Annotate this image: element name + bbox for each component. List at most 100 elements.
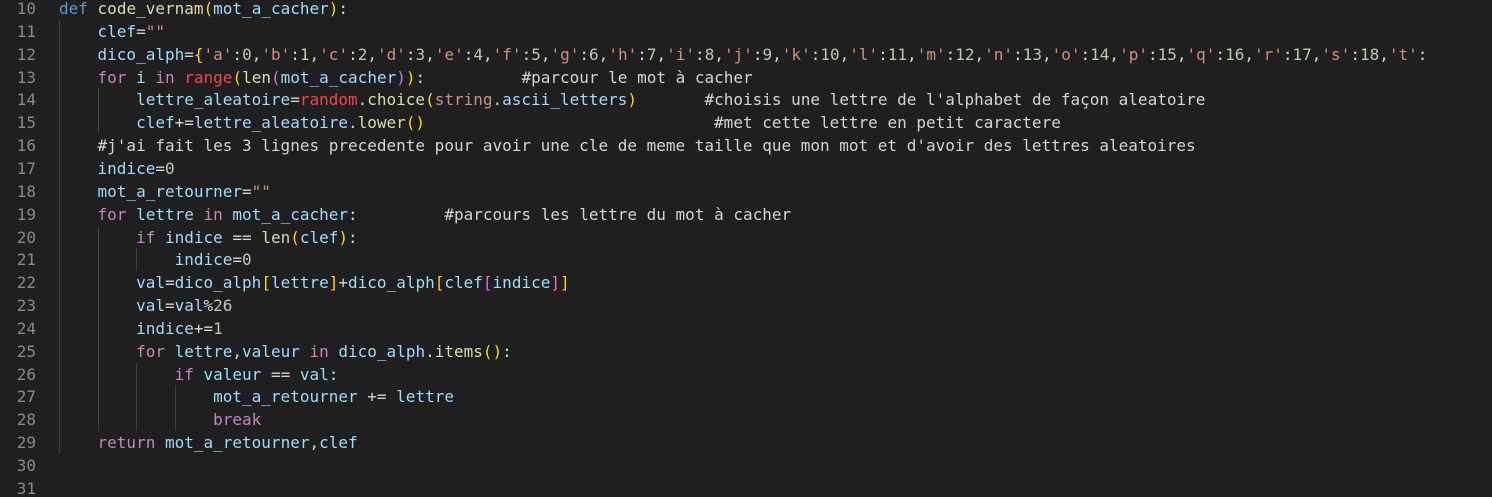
token: clef [136, 113, 175, 133]
code-text: clef+=lettre_aleatoire.lower() #met cett… [136, 111, 1061, 134]
line-number: 15 [16, 113, 36, 133]
token: ] [550, 273, 560, 293]
token: , [1244, 44, 1254, 64]
indent-guide [174, 408, 176, 432]
token: clef [299, 227, 339, 247]
token: val [136, 273, 165, 293]
token: () [405, 113, 426, 133]
token: = [164, 296, 175, 316]
code-line[interactable]: 12 dico_alph={'a':0,'b':1,'c':2,'d':3,'e'… [0, 42, 1492, 66]
code-text: val=dico_alph[lettre]+dico_alph[clef[ind… [136, 271, 570, 294]
line-number: 16 [16, 136, 36, 156]
token: len [261, 227, 291, 247]
code-text: indice=0 [175, 248, 252, 271]
token: , [251, 44, 262, 64]
code-line[interactable]: 15 clef+=lettre_aleatoire.lower() #met ce… [0, 111, 1492, 135]
indent-guide [136, 408, 138, 432]
token: range [184, 67, 233, 87]
line-number: 18 [16, 181, 36, 201]
line-number: 28 [16, 410, 36, 430]
code-line[interactable]: 10 def code_vernam(mot_a_cacher): [0, 0, 1492, 20]
token: 17 [1292, 44, 1312, 64]
token: dico_alph [174, 273, 262, 293]
code-line[interactable]: 31 [0, 477, 1492, 497]
code-line[interactable]: 26 if valeur == val: [0, 362, 1492, 386]
indent-guide [59, 88, 60, 112]
code-line[interactable]: 11 clef="" [0, 19, 1492, 43]
token: : [1282, 44, 1293, 64]
code-text: indice+=1 [136, 317, 223, 340]
code-text: clef="" [98, 20, 165, 43]
indent-guide [59, 408, 60, 432]
token: 'r' [1253, 44, 1283, 64]
token: ) [328, 0, 339, 18]
token: 'c' [319, 44, 349, 64]
token: + [338, 273, 349, 293]
token: = [164, 273, 175, 293]
token: : [752, 44, 763, 64]
token: 'q' [1186, 44, 1216, 64]
line-number: 12 [16, 44, 36, 64]
token: . [347, 113, 358, 133]
indent-guide [97, 316, 99, 340]
token: lettre [270, 273, 329, 293]
token: for [136, 341, 165, 361]
token: ( [270, 67, 281, 87]
code-line[interactable]: 20 if indice == len(clef): [0, 225, 1492, 249]
token: lower [357, 113, 406, 133]
token: code_vernam [97, 0, 204, 18]
code-line[interactable]: 22 val=dico_alph[lettre]+dico_alph[clef[i… [0, 271, 1492, 295]
code-editor[interactable]: 10 def code_vernam(mot_a_cacher): 11 clef="… [0, 0, 1492, 497]
line-number: 24 [16, 318, 36, 338]
code-line[interactable]: 14 lettre_aleatoire=random.choice(string.… [0, 88, 1492, 112]
code-line[interactable]: 29 return mot_a_retourner,clef [0, 431, 1492, 455]
code-line[interactable]: 23 val=val%26 [0, 294, 1492, 318]
token: 1 [213, 318, 223, 338]
indent-guide [59, 179, 60, 203]
code-line[interactable]: 30 [0, 454, 1492, 477]
token: 'p' [1119, 44, 1148, 64]
token: indice [97, 158, 156, 178]
token: mot_a_cacher [232, 204, 349, 224]
indent-guide [59, 294, 60, 318]
code-line[interactable]: 13 for i in range(len(mot_a_cacher)): #pa… [0, 65, 1492, 89]
code-line[interactable]: 17 indice=0 [0, 156, 1492, 180]
token: 'm' [916, 44, 946, 64]
token: indice [164, 227, 223, 247]
code-line[interactable]: 16 #j'ai fait les 3 lignes precedente pou… [0, 134, 1492, 158]
indent-guide [59, 111, 60, 135]
code-line[interactable]: 25 for lettre,valeur in dico_alph.items()… [0, 339, 1492, 363]
indent-guide [59, 225, 60, 249]
code-text: indice=0 [98, 157, 175, 180]
token: , [309, 44, 320, 64]
token: : [1215, 44, 1226, 64]
line-number: 31 [16, 478, 36, 497]
indent-guide [97, 385, 99, 409]
token: 0 [242, 250, 252, 270]
code-text: break [213, 408, 261, 431]
code-line[interactable]: 24 indice+=1 [0, 316, 1492, 340]
token: += [174, 113, 194, 133]
line-number: 13 [16, 67, 36, 87]
code-line[interactable]: 19 for lettre in mot_a_cacher: #parcours … [0, 202, 1492, 226]
token: 'a' [203, 44, 233, 64]
code-line[interactable]: 18 mot_a_retourner="" [0, 179, 1492, 203]
code-line[interactable]: 28 break [0, 408, 1492, 432]
token: : [338, 0, 349, 18]
line-number: 21 [16, 250, 36, 270]
token: , [839, 44, 850, 64]
token: 'e' [434, 44, 464, 64]
token: def [59, 0, 88, 18]
token: 26 [213, 296, 233, 316]
token: lettre [396, 387, 454, 407]
code-line[interactable]: 21 indice=0 [0, 248, 1492, 272]
indent-guide [59, 42, 60, 66]
code-line[interactable]: 27 mot_a_retourner += lettre [0, 385, 1492, 409]
